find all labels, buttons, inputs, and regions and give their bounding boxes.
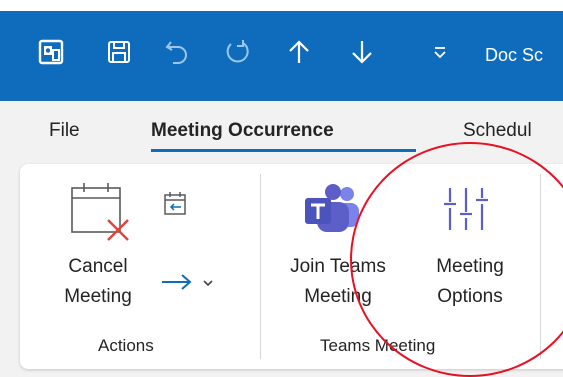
outlook-app-icon[interactable] [34, 35, 68, 69]
customize-toolbar-icon[interactable] [425, 35, 455, 69]
title-bar: Doc Sc [0, 0, 563, 101]
meeting-options-button[interactable]: Meeting Options [418, 184, 522, 312]
meeting-options-label-line2: Options [437, 286, 503, 307]
group-divider [540, 174, 541, 359]
calendar-cancel-icon [71, 183, 129, 241]
tab-meeting-occurrence[interactable]: Meeting Occurrence [151, 120, 334, 142]
tab-scheduling[interactable]: Schedul [463, 120, 532, 142]
cancel-meeting-label-line1: Cancel [68, 256, 128, 277]
ribbon-panel: Cancel Meeting Actions Join Teams Meetin… [20, 164, 563, 369]
teams-icon [305, 184, 359, 232]
up-arrow-icon[interactable] [282, 35, 316, 69]
join-teams-label-line2: Meeting [304, 286, 372, 307]
group-label-teams-meeting: Teams Meeting [320, 336, 436, 355]
active-tab-indicator [151, 149, 416, 152]
redo-icon[interactable] [220, 35, 254, 69]
join-teams-label-line1: Join Teams [290, 256, 386, 277]
cancel-meeting-button[interactable]: Cancel Meeting [48, 182, 148, 312]
undo-icon[interactable] [160, 35, 194, 69]
reply-calendar-icon[interactable] [162, 191, 190, 219]
join-teams-meeting-button[interactable]: Join Teams Meeting [268, 184, 408, 312]
tab-file[interactable]: File [49, 120, 80, 142]
ribbon-tabs: File Meeting Occurrence Schedul [0, 101, 563, 161]
document-title: Doc Sc [485, 45, 544, 65]
chevron-down-icon [203, 280, 213, 287]
down-arrow-icon[interactable] [345, 35, 379, 69]
group-label-actions: Actions [98, 336, 154, 355]
save-icon[interactable] [102, 35, 136, 69]
forward-arrow-icon [162, 274, 192, 290]
meeting-options-label-line1: Meeting [436, 256, 504, 277]
sliders-icon [444, 188, 488, 230]
cancel-meeting-label-line2: Meeting [64, 286, 132, 307]
forward-dropdown-button[interactable] [160, 272, 220, 296]
group-divider [260, 174, 261, 359]
